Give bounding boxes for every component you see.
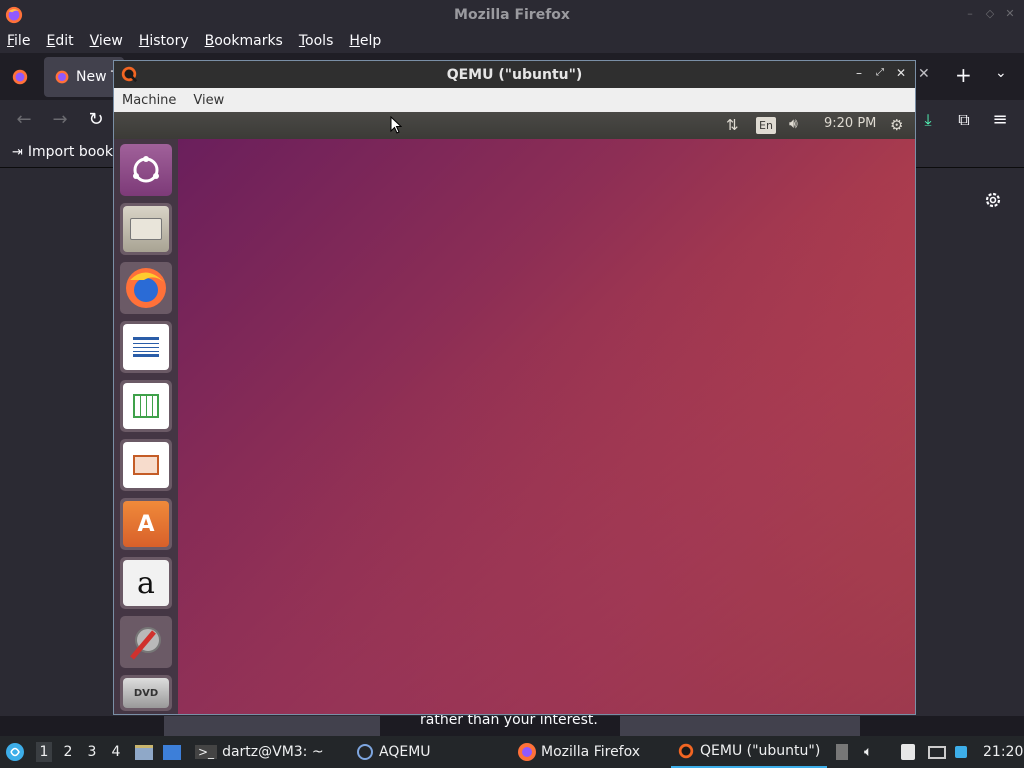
ubuntu-launcher: A a DVD [114,139,178,714]
card-strip [644,716,860,736]
libreoffice-calc-icon[interactable] [120,380,172,432]
import-icon: ⇥ [12,144,23,160]
list-tabs-icon[interactable]: ⌄ [995,65,1007,81]
libreoffice-impress-icon[interactable] [120,439,172,491]
taskbar: 1 2 3 4 >_ dartz@VM3: ~ AQEMU Mozilla Fi… [0,736,1024,768]
aqemu-icon [357,744,373,760]
taskbar-aqemu[interactable]: AQEMU [357,736,431,768]
ubuntu-clock[interactable]: 9:20 PM [824,116,876,131]
dvd-drive-icon[interactable]: DVD [120,675,172,711]
workspace-3[interactable]: 3 [84,744,100,760]
settings-gear-icon[interactable] [983,190,1003,210]
import-bookmarks-label: Import book [27,144,113,160]
menu-view[interactable]: View [193,93,224,108]
power-gear-icon[interactable]: ⚙ [890,116,903,134]
workspace-2[interactable]: 2 [60,744,76,760]
qemu-icon [121,66,138,83]
menu-icon[interactable]: ≡ [990,110,1010,130]
tray-clipboard-icon[interactable] [836,736,848,768]
qemu-window: QEMU ("ubuntu") – ⤢ ✕ Machine View ⇅ En … [113,60,916,715]
menu-file[interactable]: File [5,33,32,49]
ubuntu-dash-icon[interactable] [120,144,172,196]
menu-bookmarks[interactable]: Bookmarks [203,33,285,49]
app-launcher-icon[interactable] [5,736,25,768]
firefox-task-icon [518,743,536,761]
ubuntu-desktop-wallpaper[interactable] [178,139,915,714]
network-icon[interactable]: ⇅ [726,116,739,134]
menu-edit[interactable]: Edit [44,33,75,49]
taskbar-terminal[interactable]: >_ dartz@VM3: ~ [195,736,324,768]
menu-view[interactable]: View [88,33,125,49]
minimize-icon[interactable]: – [963,7,977,21]
workspace-4[interactable]: 4 [108,744,124,760]
new-tab-button[interactable]: + [955,63,972,87]
back-icon[interactable]: ← [14,110,34,130]
firefox-menubar: File Edit View History Bookmarks Tools Help [0,29,1024,53]
menu-help[interactable]: Help [347,33,383,49]
qemu-titlebar: QEMU ("ubuntu") – ⤢ ✕ [114,61,915,88]
tray-volume-icon[interactable]: 🔈︎ [864,736,872,768]
tab-close-icon[interactable]: ✕ [918,66,930,82]
taskbar-clock[interactable]: 21:20 [983,736,1023,768]
volume-icon[interactable]: 🔊︎ [789,116,798,132]
keyboard-layout-indicator[interactable]: En [756,117,776,134]
ubuntu-top-panel: ⇅ En 🔊︎ 9:20 PM ⚙ [114,112,915,139]
firefox-launcher-icon[interactable] [120,262,172,314]
firefox-task-label: Mozilla Firefox [541,744,641,760]
card-strip [164,716,380,736]
reload-icon[interactable]: ↻ [86,110,106,130]
maximize-icon[interactable]: ⤢ [873,66,887,80]
qemu-title: QEMU ("ubuntu") [446,66,583,83]
mouse-cursor-icon [390,116,402,134]
tray-notes-icon[interactable] [901,736,915,768]
close-icon[interactable]: ✕ [1003,7,1017,21]
taskbar-firefox[interactable]: Mozilla Firefox [517,736,640,768]
tab-new-tab[interactable]: New T [44,57,124,97]
taskbar-qemu[interactable]: QEMU ("ubuntu") [671,736,827,768]
forward-icon[interactable]: → [50,110,70,130]
minimize-icon[interactable]: – [852,66,866,80]
firefox-view-icon[interactable] [11,68,29,86]
file-manager-icon[interactable] [135,736,153,768]
terminal-label: dartz@VM3: ~ [222,744,324,760]
firefox-icon [5,6,23,24]
tray-network-icon[interactable] [928,736,946,768]
qemu-menubar: Machine View [114,88,915,112]
libreoffice-writer-icon[interactable] [120,321,172,373]
aqemu-label: AQEMU [379,744,431,760]
card-strip [620,716,644,736]
system-settings-icon[interactable] [120,616,172,668]
maximize-icon[interactable]: ◇ [983,7,997,21]
workspace-1[interactable]: 1 [36,742,52,762]
firefox-titlebar: Mozilla Firefox – ◇ ✕ [0,0,1024,29]
close-icon[interactable]: ✕ [894,66,908,80]
menu-machine[interactable]: Machine [122,93,176,108]
download-icon[interactable]: ⤓ [918,110,938,130]
qemu-task-icon [678,743,694,759]
window-title: Mozilla Firefox [454,6,570,23]
menu-tools[interactable]: Tools [297,33,336,49]
tray-update-icon[interactable] [955,736,967,768]
extensions-icon[interactable]: ⧉ [954,110,974,130]
firefox-tab-icon [55,70,69,84]
qemu-task-label: QEMU ("ubuntu") [700,743,821,759]
show-desktop-icon[interactable] [163,736,181,768]
terminal-icon: >_ [195,745,218,759]
files-icon[interactable] [120,203,172,255]
amazon-icon[interactable]: a [120,557,172,609]
menu-history[interactable]: History [137,33,191,49]
import-bookmarks-button[interactable]: ⇥ Import book [12,144,113,160]
ubuntu-software-icon[interactable]: A [120,498,172,550]
